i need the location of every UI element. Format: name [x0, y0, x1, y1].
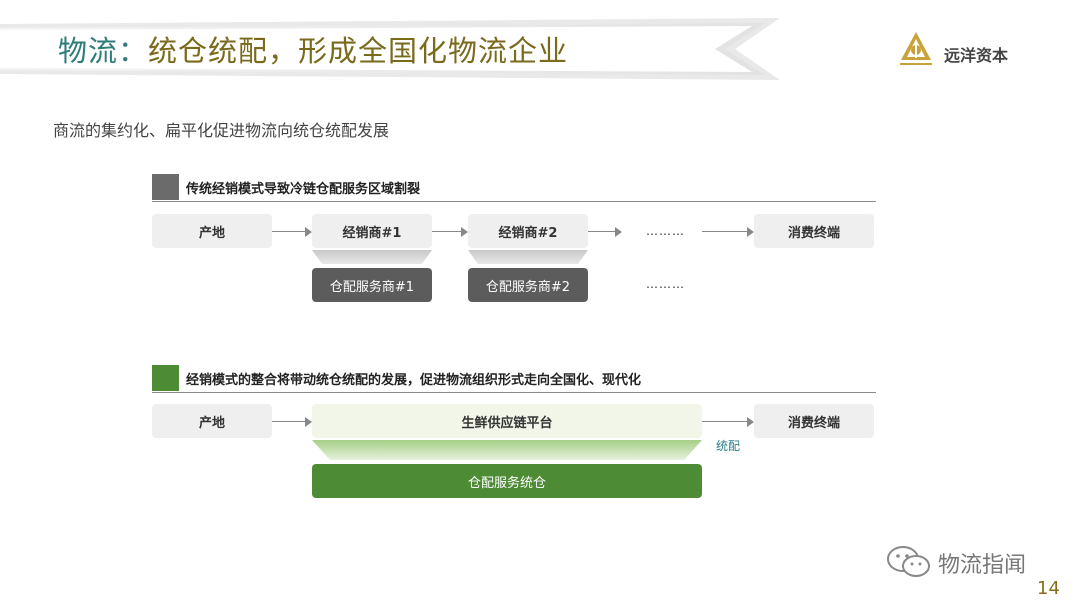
subtitle: 商流的集约化、扁平化促进物流向统仓统配发展	[53, 121, 390, 140]
s1-origin-box: 产地	[152, 214, 272, 248]
s2-connector	[312, 440, 702, 460]
s2-origin-box: 产地	[152, 404, 272, 438]
s2-platform-box: 生鲜供应链平台	[312, 404, 702, 438]
section2-marker	[152, 365, 179, 391]
page-title: 物流：统仓统配，形成全国化物流企业	[58, 28, 568, 70]
wechat-watermark: 物流指闻	[886, 545, 1056, 579]
s1-services-ellipsis: ………	[646, 277, 685, 291]
s1-arrow-1	[272, 227, 312, 237]
s1-arrow-2	[432, 227, 468, 237]
sino-ocean-logo-icon	[900, 32, 932, 65]
s2-distribution-label: 统配	[716, 439, 741, 453]
s1-connector-1	[312, 250, 432, 264]
s1-terminal-box: 消费终端	[754, 214, 874, 248]
s1-dealer2-box: 经销商#2	[468, 214, 588, 248]
s1-arrow-4	[702, 227, 754, 237]
s1-arrow-3	[588, 227, 622, 237]
title-prefix: 物流：	[58, 34, 149, 68]
section1-heading: 传统经销模式导致冷链仓配服务区域割裂	[186, 182, 421, 197]
watermark-text: 物流指闻	[938, 553, 1027, 578]
section1-marker	[152, 174, 179, 200]
title-main: 统仓统配，形成全国化物流企业	[148, 34, 569, 68]
s2-arrow-2	[702, 417, 754, 427]
s1-provider2-box: 仓配服务商#2	[468, 268, 588, 302]
s2-warehouse-box: 仓配服务统仓	[312, 464, 702, 498]
logo-name: 远洋资本	[944, 46, 1009, 65]
s2-terminal-box: 消费终端	[754, 404, 874, 438]
section2-header: 经销模式的整合将带动统仓统配的发展，促进物流组织形式走向全国化、现代化	[152, 365, 876, 393]
s1-dealer1-box: 经销商#1	[312, 214, 432, 248]
s2-arrow-1	[272, 417, 312, 427]
s1-ellipsis: ………	[646, 224, 685, 238]
s1-provider1-box: 仓配服务商#1	[312, 268, 432, 302]
section2-heading: 经销模式的整合将带动统仓统配的发展，促进物流组织形式走向全国化、现代化	[186, 373, 642, 388]
s1-connector-2	[468, 250, 588, 264]
wechat-icon	[887, 546, 930, 577]
section1-header: 传统经销模式导致冷链仓配服务区域割裂	[152, 174, 876, 202]
company-logo: 远洋资本	[898, 30, 1038, 74]
page-number: 14	[1037, 578, 1060, 599]
